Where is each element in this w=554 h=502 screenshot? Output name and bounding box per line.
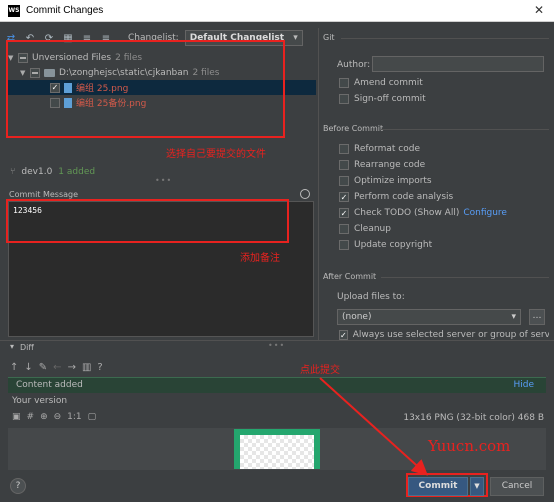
amend-checkbox[interactable] [339, 78, 349, 88]
cleanup-option[interactable]: Cleanup [339, 224, 391, 234]
content-added-text: Content added [16, 380, 83, 390]
zoom-out-icon[interactable]: ⊖ [54, 412, 62, 422]
hide-link[interactable]: Hide [513, 378, 534, 393]
author-label: Author: [337, 60, 371, 70]
code-analysis-label: Perform code analysis [354, 192, 454, 202]
always-use-checkbox-checked[interactable]: ✓ [339, 330, 348, 340]
check-todo-label: Check TODO (Show All) [354, 208, 460, 218]
signoff-checkbox[interactable] [339, 94, 349, 104]
amend-option[interactable]: Amend commit [339, 78, 423, 88]
reformat-checkbox[interactable] [339, 144, 349, 154]
before-commit-label: Before Commit [323, 124, 550, 133]
zoom-in-icon[interactable]: ⊕ [40, 412, 48, 422]
dialog-footer: ? Commit ▼ Cancel [0, 470, 554, 502]
signoff-label: Sign-off commit [354, 94, 426, 104]
watermark: Yuucn.com [428, 437, 511, 455]
side-by-side-icon[interactable]: ▥ [82, 362, 91, 373]
annotation-add-note: 添加备注 [240, 253, 280, 264]
splitter-handle[interactable]: ••• [155, 176, 172, 185]
code-analysis-checkbox-checked[interactable]: ✓ [339, 192, 349, 202]
arrow-up-icon[interactable]: ↑ [10, 362, 18, 373]
optimize-imports-label: Optimize imports [354, 176, 432, 186]
upload-label: Upload files to: [337, 292, 405, 302]
configure-link[interactable]: Configure [463, 208, 507, 218]
annotation-box-files [6, 40, 285, 138]
rearrange-option[interactable]: Rearrange code [339, 160, 425, 170]
fit-window-icon[interactable]: ▢ [88, 412, 97, 422]
splitter-handle[interactable]: ••• [268, 341, 285, 350]
commit-options-dropdown[interactable]: ▼ [470, 477, 484, 496]
window-title: Commit Changes [26, 5, 104, 16]
your-version-label: Your version [12, 396, 68, 406]
arrow-down-icon[interactable]: ↓ [24, 362, 32, 373]
arrow-left-icon[interactable]: ← [53, 362, 61, 373]
update-copyright-checkbox[interactable] [339, 240, 349, 250]
help-button[interactable]: ? [10, 478, 26, 494]
title-bar: WS Commit Changes ✕ [0, 0, 554, 22]
annotation-click-commit: 点此提交 [300, 365, 340, 376]
commit-message-label: Commit Message [9, 190, 79, 199]
update-copyright-label: Update copyright [354, 240, 433, 250]
added-count: 1 added [58, 167, 96, 177]
check-todo-checkbox-checked[interactable]: ✓ [339, 208, 349, 218]
branch-icon: ⑂ [10, 167, 16, 177]
after-commit-label: After Commit [323, 272, 550, 281]
annotation-box-message [6, 199, 289, 243]
arrow-right-icon[interactable]: → [68, 362, 76, 373]
options-panel: Git Author: Amend commit Sign-off commit… [318, 28, 554, 340]
chevron-down-icon: ▾ [293, 33, 298, 43]
commit-button[interactable]: Commit [408, 477, 468, 496]
status-line: ⑂ dev1.0 1 added [10, 167, 95, 177]
close-icon[interactable]: ✕ [534, 3, 544, 17]
check-todo-option[interactable]: ✓ Check TODO (Show All) Configure [339, 208, 507, 218]
author-input[interactable] [372, 56, 544, 72]
cancel-button[interactable]: Cancel [490, 477, 544, 496]
reformat-option[interactable]: Reformat code [339, 144, 420, 154]
annotation-select-files: 选择自己要提交的文件 [166, 149, 266, 160]
update-copyright-option[interactable]: Update copyright [339, 240, 432, 250]
code-analysis-option[interactable]: ✓ Perform code analysis [339, 192, 453, 202]
cleanup-checkbox[interactable] [339, 224, 349, 234]
image-toolbar: ▣ # ⊕ ⊖ 1:1 ▢ [12, 412, 96, 422]
cleanup-label: Cleanup [354, 224, 391, 234]
signoff-option[interactable]: Sign-off commit [339, 94, 426, 104]
optimize-imports-option[interactable]: Optimize imports [339, 176, 432, 186]
help-question-icon[interactable]: ? [97, 362, 102, 373]
diff-toolbar: ↑ ↓ ✎ ← → ▥ ? [10, 359, 103, 375]
branch-name: dev1.0 [21, 167, 53, 177]
amend-label: Amend commit [354, 78, 423, 88]
optimize-imports-checkbox[interactable] [339, 176, 349, 186]
rearrange-checkbox[interactable] [339, 160, 349, 170]
upload-value: (none) [342, 312, 372, 322]
always-use-option[interactable]: ✓ Always use selected server or group of… [339, 330, 549, 340]
actual-size-label[interactable]: 1:1 [67, 412, 81, 422]
upload-server-dropdown[interactable]: (none) ▾ [337, 309, 521, 325]
diff-label-text: Diff [20, 343, 34, 352]
fit-icon[interactable]: ▣ [12, 412, 21, 422]
webstorm-app-icon: WS [8, 4, 20, 17]
always-use-label: Always use selected server or group of s… [352, 330, 549, 340]
git-section-label: Git [323, 33, 541, 42]
image-info: 13x16 PNG (32-bit color) 468 B [403, 413, 544, 423]
diff-label: ▾ Diff [10, 342, 34, 352]
reformat-label: Reformat code [354, 144, 420, 154]
edit-pencil-icon[interactable]: ✎ [39, 362, 47, 373]
rearrange-label: Rearrange code [354, 160, 426, 170]
chevron-down-icon: ▾ [511, 312, 516, 322]
grid-icon[interactable]: # [27, 412, 35, 422]
browse-servers-button[interactable]: … [529, 309, 545, 325]
image-thumbnail [234, 429, 320, 469]
history-clock-icon[interactable] [300, 189, 310, 199]
content-added-banner: Content added Hide [8, 377, 546, 393]
